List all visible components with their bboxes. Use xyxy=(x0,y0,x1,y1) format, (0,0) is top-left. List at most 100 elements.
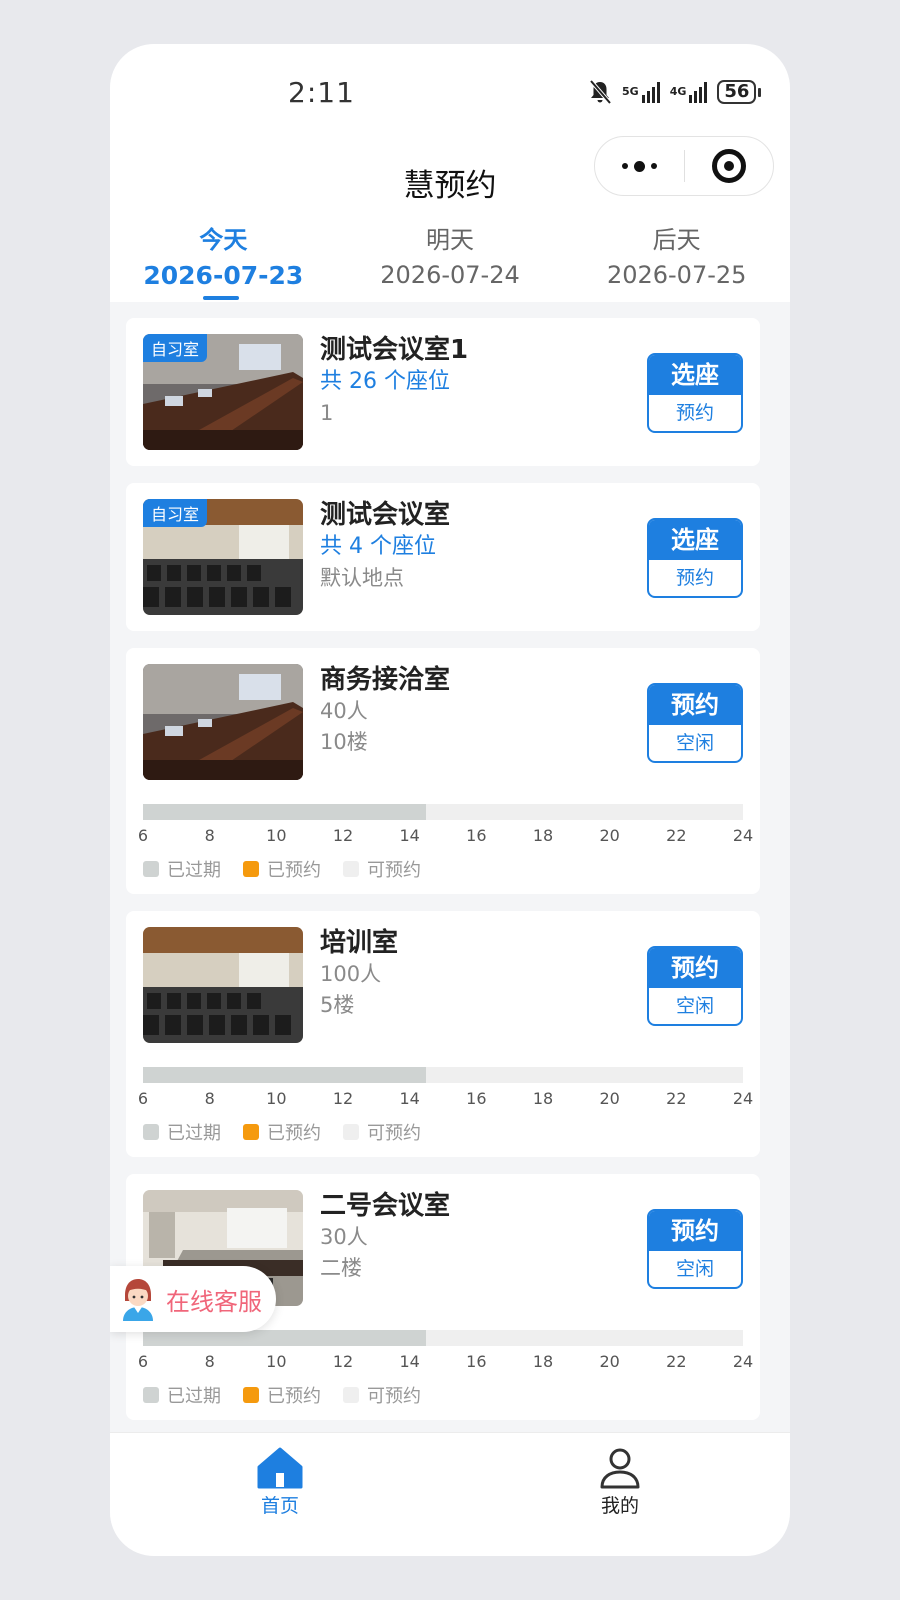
legend-swatch xyxy=(243,861,259,877)
booking-timeline-bar xyxy=(143,1067,743,1083)
timeline-hour-label: 10 xyxy=(266,826,287,845)
legend-label: 已预约 xyxy=(267,1123,321,1144)
timeline-hour-label: 22 xyxy=(666,826,687,845)
timeline-hour-label: 18 xyxy=(532,1352,554,1371)
timeline-hour-label: 16 xyxy=(466,1352,487,1371)
room-capacity: 30人 xyxy=(320,1225,368,1249)
tab-today[interactable]: 今天 2026-07-23 xyxy=(110,216,337,302)
legend-label: 已过期 xyxy=(167,860,221,881)
room-card[interactable]: 培训室 100人 5楼 预约 空闲 6 8 10 12 14 16 18 20 22 24 已过期… xyxy=(126,911,760,1157)
expired-segment xyxy=(143,1067,427,1083)
close-mini-program-button[interactable] xyxy=(685,149,774,183)
date-tabs: 今天 2026-07-23 明天 2026-07-24 后天 2026-07-2… xyxy=(110,216,790,302)
timeline-hour-label: 10 xyxy=(266,1089,287,1108)
legend-item: 已预约 xyxy=(243,1382,321,1408)
active-tab-indicator xyxy=(203,296,239,300)
timeline-hour-label: 12 xyxy=(332,826,354,845)
timeline-hour-label: 22 xyxy=(666,1352,687,1371)
select-seat-button[interactable]: 选座 预约 xyxy=(647,353,743,433)
timeline-hour-label: 24 xyxy=(732,826,754,845)
legend-item: 可预约 xyxy=(343,1119,421,1145)
room-card[interactable]: 自习室 测试会议室1 共 26 个座位 1 选座 预约 xyxy=(126,318,760,466)
timeline-legend: 已过期 已预约 可预约 xyxy=(143,856,421,882)
target-icon xyxy=(711,149,746,183)
bell-off-icon xyxy=(589,79,612,105)
legend-item: 已预约 xyxy=(243,1119,321,1145)
service-label: 在线客服 xyxy=(166,1287,262,1316)
legend-item: 已过期 xyxy=(143,1119,221,1145)
timeline-hour-label: 6 xyxy=(137,826,149,845)
book-button[interactable]: 预约 空闲 xyxy=(647,946,743,1026)
room-capacity: 100人 xyxy=(320,962,382,986)
timeline-hour-label: 20 xyxy=(599,1352,620,1371)
timeline-hour-label: 18 xyxy=(532,826,554,845)
room-photo xyxy=(143,664,303,780)
timeline-hour-label: 24 xyxy=(732,1352,754,1371)
legend-swatch xyxy=(143,861,159,877)
legend-item: 可预约 xyxy=(343,856,421,882)
room-name: 二号会议室 xyxy=(320,1191,451,1221)
book-button[interactable]: 预约 空闲 xyxy=(647,683,743,763)
status-bar: 2:11 5G 4G 56 xyxy=(110,44,790,144)
timeline-hour-label: 14 xyxy=(399,1089,420,1108)
book-button[interactable]: 预约 空闲 xyxy=(647,1209,743,1289)
user-icon xyxy=(600,1448,640,1489)
room-location: 默认地点 xyxy=(320,566,404,590)
timeline-hour-label: 20 xyxy=(599,1089,620,1108)
online-service-button[interactable]: 在线客服 xyxy=(110,1266,276,1332)
room-type-tag: 自习室 xyxy=(143,334,208,362)
legend-swatch xyxy=(343,1124,359,1140)
legend-label: 可预约 xyxy=(367,1123,421,1144)
tab-tomorrow[interactable]: 明天 2026-07-24 xyxy=(337,216,564,302)
timeline-legend: 已过期 已预约 可预约 xyxy=(143,1119,421,1145)
legend-item: 已过期 xyxy=(143,856,221,882)
service-avatar-icon xyxy=(110,1275,166,1323)
timeline-hour-label: 8 xyxy=(204,1089,215,1108)
timeline-legend: 已过期 已预约 可预约 xyxy=(143,1382,421,1408)
legend-label: 已过期 xyxy=(167,1123,221,1144)
legend-label: 已预约 xyxy=(267,860,321,881)
room-card[interactable]: 商务接洽室 40人 10楼 预约 空闲 6 8 10 12 14 16 18 20 22 24 已… xyxy=(126,648,760,894)
home-icon xyxy=(257,1447,303,1489)
room-seats: 共 4 个座位 xyxy=(320,534,436,559)
timeline-hour-label: 8 xyxy=(204,826,215,845)
timeline-hour-label: 18 xyxy=(532,1089,554,1108)
booking-timeline-bar xyxy=(143,804,743,820)
legend-label: 可预约 xyxy=(367,1386,421,1407)
timeline-hour-label: 12 xyxy=(332,1352,354,1371)
tab-home[interactable]: 首页 xyxy=(110,1433,450,1556)
battery-indicator: 56 xyxy=(717,80,762,104)
room-seats: 共 26 个座位 xyxy=(320,369,450,394)
booking-timeline-bar xyxy=(143,1330,743,1346)
room-capacity: 40人 xyxy=(320,699,368,723)
timeline-hour-labels: 6 8 10 12 14 16 18 20 22 24 xyxy=(138,826,753,846)
room-name: 测试会议室 xyxy=(320,500,451,530)
timeline-hour-labels: 6 8 10 12 14 16 18 20 22 24 xyxy=(138,1089,753,1109)
legend-item: 已过期 xyxy=(143,1382,221,1408)
timeline-hour-labels: 6 8 10 12 14 16 18 20 22 24 xyxy=(138,1352,753,1372)
tab-mine[interactable]: 我的 xyxy=(450,1433,790,1556)
room-card[interactable]: 自习室 测试会议室 共 4 个座位 默认地点 选座 预约 xyxy=(126,483,760,631)
more-button[interactable] xyxy=(595,160,684,172)
status-time: 2:11 xyxy=(288,76,355,109)
legend-swatch xyxy=(143,1124,159,1140)
legend-item: 可预约 xyxy=(343,1382,421,1408)
legend-label: 可预约 xyxy=(367,860,421,881)
mini-program-capsule xyxy=(594,136,774,196)
legend-swatch xyxy=(343,861,359,877)
select-seat-button[interactable]: 选座 预约 xyxy=(647,518,743,598)
room-name: 商务接洽室 xyxy=(320,665,451,695)
room-location: 1 xyxy=(320,401,334,425)
timeline-hour-label: 6 xyxy=(137,1352,149,1371)
timeline-hour-label: 22 xyxy=(666,1089,687,1108)
legend-item: 已预约 xyxy=(243,856,321,882)
tab-day-after-tomorrow[interactable]: 后天 2026-07-25 xyxy=(563,216,790,302)
room-photo: 自习室 xyxy=(143,499,303,615)
room-type-tag: 自习室 xyxy=(143,499,208,527)
tab-mine-label: 我的 xyxy=(600,1495,639,1517)
timeline-hour-label: 10 xyxy=(266,1352,287,1371)
timeline-hour-label: 16 xyxy=(466,1089,487,1108)
room-photo: 自习室 xyxy=(143,334,303,450)
timeline-hour-label: 16 xyxy=(466,826,487,845)
status-icons: 5G 4G 56 xyxy=(588,78,762,106)
